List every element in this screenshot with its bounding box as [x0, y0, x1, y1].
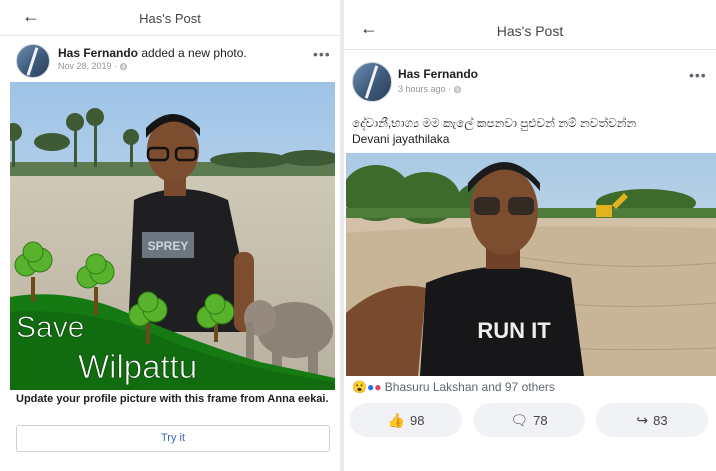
profile-photo[interactable]: SPREY Save Wilpattu	[10, 82, 335, 390]
post-header: Has Fernando added a new photo.	[58, 46, 247, 60]
left-post-panel: ← Has's Post Has Fernando added a new ph…	[0, 0, 340, 471]
more-options-icon[interactable]: •••	[313, 46, 331, 62]
post-header: Has Fernando	[398, 67, 478, 81]
like-count: 98	[409, 412, 425, 428]
avatar[interactable]	[352, 62, 392, 102]
comment-icon: 🗨	[510, 411, 529, 428]
post-text-line2: Devani jayathilaka	[352, 132, 450, 146]
comment-button[interactable]: 🗨 78	[473, 403, 585, 437]
author-name[interactable]: Has Fernando	[398, 67, 478, 81]
post-meta: Nov 28, 2019 · ◍	[58, 61, 127, 72]
globe-icon: ◍	[119, 61, 128, 71]
left-topbar: ← Has's Post	[0, 0, 340, 36]
author-name[interactable]: Has Fernando	[58, 46, 138, 60]
post-action: added a new photo.	[138, 46, 247, 60]
comment-count: 78	[533, 412, 548, 428]
tshirt-text: RUN IT	[477, 318, 551, 343]
globe-icon: ◍	[453, 84, 462, 94]
share-icon: ↪	[636, 411, 649, 428]
post-date[interactable]: Nov 28, 2019 ·	[58, 61, 120, 71]
reactions-text: Bhasuru Lakshan and 97 others	[384, 380, 555, 394]
frame-save-text: Save	[16, 311, 84, 344]
page-title: Has's Post	[139, 11, 201, 26]
share-count: 83	[653, 412, 668, 428]
post-time[interactable]: 3 hours ago ·	[398, 84, 454, 94]
frame-caption: Update your profile picture with this fr…	[16, 393, 329, 405]
share-button[interactable]: ↪ 83	[596, 403, 708, 437]
post-meta: 3 hours ago · ◍	[398, 84, 461, 95]
reaction-icons: 😮	[352, 380, 367, 394]
more-options-icon[interactable]: •••	[689, 67, 707, 83]
right-topbar: ← Has's Post	[344, 0, 716, 50]
like-button[interactable]: 👍 98	[350, 403, 462, 437]
page-title: Has's Post	[496, 23, 564, 39]
frame-wilpattu-text: Wilpattu	[78, 348, 197, 385]
try-it-button[interactable]: Try it	[16, 425, 330, 452]
post-text-line1: දේවානී,භාග්‍ය මම කැලේ කපනවා පුළුවන් නම් …	[352, 116, 637, 130]
right-post-panel: ← Has's Post Has Fernando 3 hours ago · …	[344, 0, 716, 471]
tshirt-text: SPREY	[148, 239, 189, 253]
reactions-summary[interactable]: 😮●● Bhasuru Lakshan and 97 others	[352, 380, 555, 394]
post-text: දේවානී,භාග්‍ය මම කැලේ කපනවා පුළුවන් නම් …	[352, 115, 712, 147]
post-photo[interactable]: RUN IT	[346, 153, 716, 376]
thumbs-up-icon: 👍	[387, 411, 405, 428]
love-reaction-icon: ●	[374, 380, 382, 394]
avatar[interactable]	[16, 44, 50, 78]
